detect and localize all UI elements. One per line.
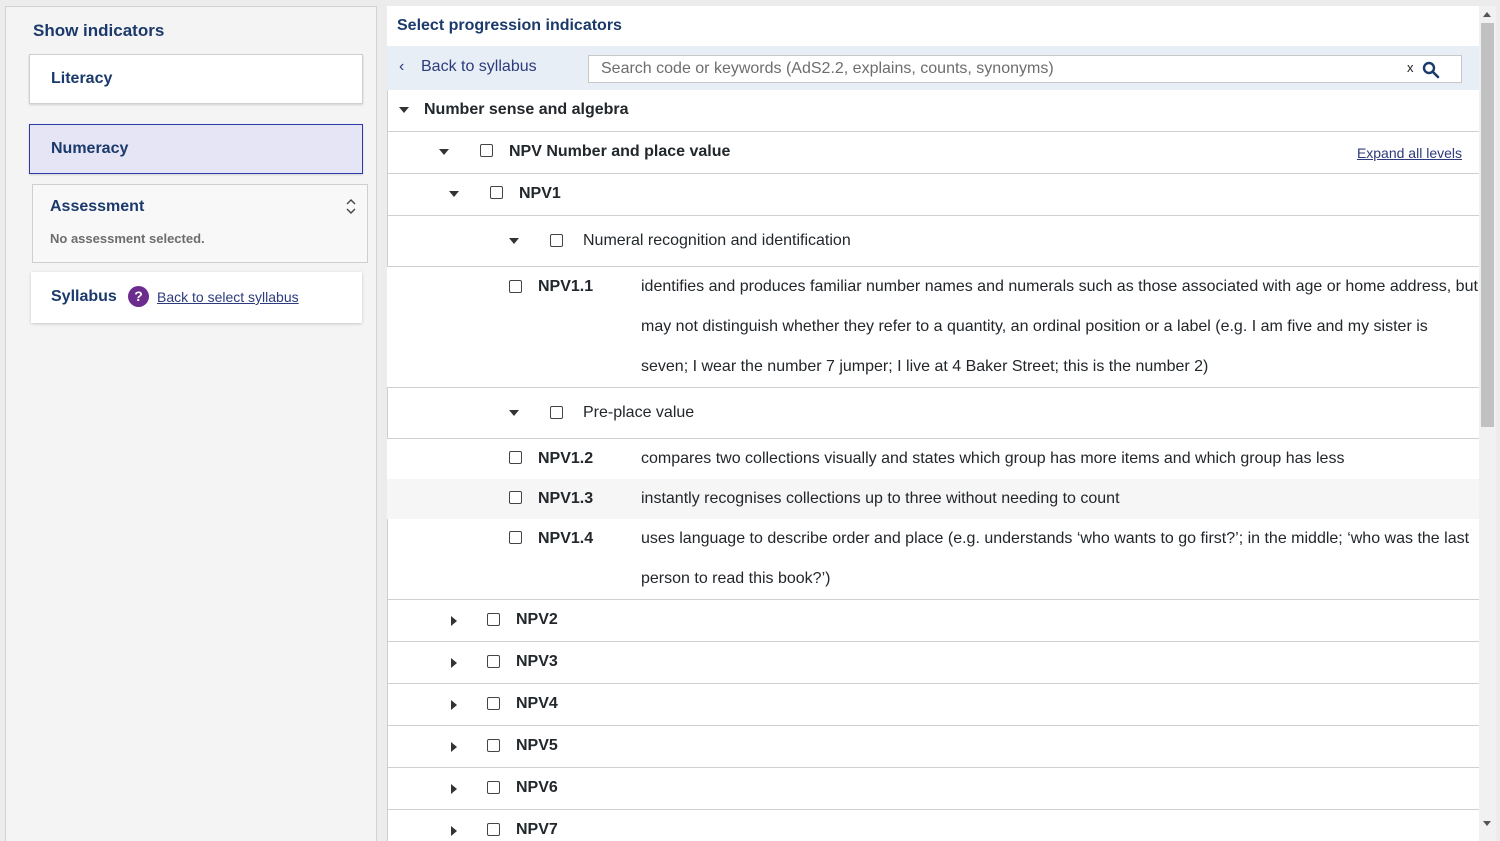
indicator-text: identifies and produces familiar number … bbox=[641, 278, 1478, 375]
caret-right-icon[interactable] bbox=[451, 784, 457, 794]
caret-right-icon[interactable] bbox=[451, 658, 457, 668]
indicator-row[interactable]: NPV1.2 compares two collections visually… bbox=[387, 439, 1479, 479]
subgroup-row[interactable]: Numeral recognition and identification bbox=[387, 216, 1479, 267]
caret-right-icon[interactable] bbox=[451, 826, 457, 836]
level-row-npv1[interactable]: NPV1 bbox=[387, 174, 1479, 216]
element-label: NPV Number and place value bbox=[509, 143, 731, 160]
indicator-code: NPV1.2 bbox=[538, 450, 594, 467]
aspect-label: Number sense and algebra bbox=[424, 101, 629, 118]
sidebar-heading: Show indicators bbox=[33, 21, 165, 40]
syllabus-panel: Syllabus ? Back to select syllabus bbox=[31, 272, 362, 323]
scrollbar-thumb[interactable] bbox=[1481, 23, 1494, 427]
expand-collapse-icon[interactable] bbox=[344, 195, 358, 217]
level-row-npv3[interactable]: NPV3 bbox=[387, 642, 1479, 684]
expand-all-levels-link[interactable]: Expand all levels bbox=[1357, 145, 1462, 161]
indicator-code: NPV1.1 bbox=[538, 278, 594, 295]
toolbar: ‹ Back to syllabus x bbox=[387, 46, 1479, 90]
assessment-title: Assessment bbox=[50, 198, 145, 215]
level-label: NPV1 bbox=[519, 185, 561, 202]
literacy-button[interactable]: Literacy bbox=[29, 54, 363, 104]
chevron-left-icon: ‹ bbox=[399, 58, 405, 75]
indicator-checkbox[interactable] bbox=[509, 491, 522, 504]
indicator-code: NPV1.4 bbox=[538, 530, 594, 547]
caret-down-icon[interactable] bbox=[509, 410, 519, 416]
subgroup-row[interactable]: Pre-place value bbox=[387, 387, 1479, 439]
indicator-row[interactable]: NPV1.1 identifies and produces familiar … bbox=[387, 267, 1479, 387]
search-icon[interactable] bbox=[1422, 61, 1440, 79]
back-to-syllabus-button[interactable]: ‹ Back to syllabus bbox=[399, 58, 537, 76]
help-icon[interactable]: ? bbox=[128, 286, 149, 307]
level-row-npv4[interactable]: NPV4 bbox=[387, 684, 1479, 726]
level-row-npv5[interactable]: NPV5 bbox=[387, 726, 1479, 768]
level-checkbox[interactable] bbox=[487, 697, 500, 710]
indicator-text: instantly recognises collections up to t… bbox=[641, 490, 1120, 507]
level-checkbox[interactable] bbox=[487, 781, 500, 794]
level-label: NPV2 bbox=[516, 611, 558, 628]
subgroup-label: Numeral recognition and identification bbox=[583, 232, 851, 249]
back-label: Back to syllabus bbox=[421, 58, 537, 75]
level-row-npv2[interactable]: NPV2 bbox=[387, 600, 1479, 642]
indicator-checkbox[interactable] bbox=[509, 451, 522, 464]
numeracy-button[interactable]: Numeracy bbox=[29, 124, 363, 174]
clear-search-button[interactable]: x bbox=[1407, 60, 1414, 75]
level-checkbox[interactable] bbox=[487, 739, 500, 752]
level-label: NPV5 bbox=[516, 737, 558, 754]
aspect-row[interactable]: Number sense and algebra bbox=[387, 90, 1479, 132]
indicator-row[interactable]: NPV1.3 instantly recognises collections … bbox=[387, 479, 1479, 519]
assessment-status: No assessment selected. bbox=[50, 231, 205, 246]
level-checkbox[interactable] bbox=[487, 655, 500, 668]
caret-right-icon[interactable] bbox=[451, 742, 457, 752]
level-checkbox[interactable] bbox=[490, 186, 503, 199]
element-checkbox[interactable] bbox=[480, 144, 493, 157]
level-label: NPV6 bbox=[516, 779, 558, 796]
caret-right-icon[interactable] bbox=[451, 700, 457, 710]
indicator-text: uses language to describe order and plac… bbox=[641, 530, 1470, 587]
level-label: NPV3 bbox=[516, 653, 558, 670]
search-input[interactable] bbox=[601, 60, 1391, 78]
scroll-up-icon[interactable] bbox=[1483, 12, 1491, 17]
search-box: x bbox=[588, 55, 1462, 83]
caret-right-icon[interactable] bbox=[451, 616, 457, 626]
indicator-checkbox[interactable] bbox=[509, 531, 522, 544]
indicator-text: compares two collections visually and st… bbox=[641, 450, 1345, 467]
level-row-npv7[interactable]: NPV7 bbox=[387, 810, 1479, 841]
subgroup-label: Pre-place value bbox=[583, 404, 695, 421]
indicator-sidebar: Show indicators Literacy Numeracy Assess… bbox=[5, 6, 377, 841]
element-row[interactable]: NPV Number and place value Expand all le… bbox=[387, 132, 1479, 174]
caret-down-icon[interactable] bbox=[509, 238, 519, 244]
level-checkbox[interactable] bbox=[487, 823, 500, 836]
scroll-down-icon[interactable] bbox=[1483, 821, 1491, 826]
assessment-panel[interactable]: Assessment No assessment selected. bbox=[32, 184, 368, 263]
indicator-checkbox[interactable] bbox=[509, 280, 522, 293]
subgroup-checkbox[interactable] bbox=[550, 406, 563, 419]
caret-down-icon[interactable] bbox=[449, 191, 459, 197]
back-to-select-syllabus-link[interactable]: Back to select syllabus bbox=[157, 289, 299, 305]
level-label: NPV4 bbox=[516, 695, 558, 712]
page-title: Select progression indicators bbox=[397, 17, 622, 34]
progression-indicators-panel: Select progression indicators ‹ Back to s… bbox=[387, 6, 1479, 841]
level-checkbox[interactable] bbox=[487, 613, 500, 626]
scrollbar[interactable] bbox=[1479, 6, 1496, 841]
caret-down-icon[interactable] bbox=[439, 149, 449, 155]
level-row-npv6[interactable]: NPV6 bbox=[387, 768, 1479, 810]
indicator-row[interactable]: NPV1.4 uses language to describe order a… bbox=[387, 519, 1479, 600]
syllabus-title: Syllabus bbox=[51, 288, 117, 305]
indicator-code: NPV1.3 bbox=[538, 490, 594, 507]
caret-down-icon[interactable] bbox=[399, 107, 409, 113]
level-label: NPV7 bbox=[516, 821, 558, 838]
subgroup-checkbox[interactable] bbox=[550, 234, 563, 247]
